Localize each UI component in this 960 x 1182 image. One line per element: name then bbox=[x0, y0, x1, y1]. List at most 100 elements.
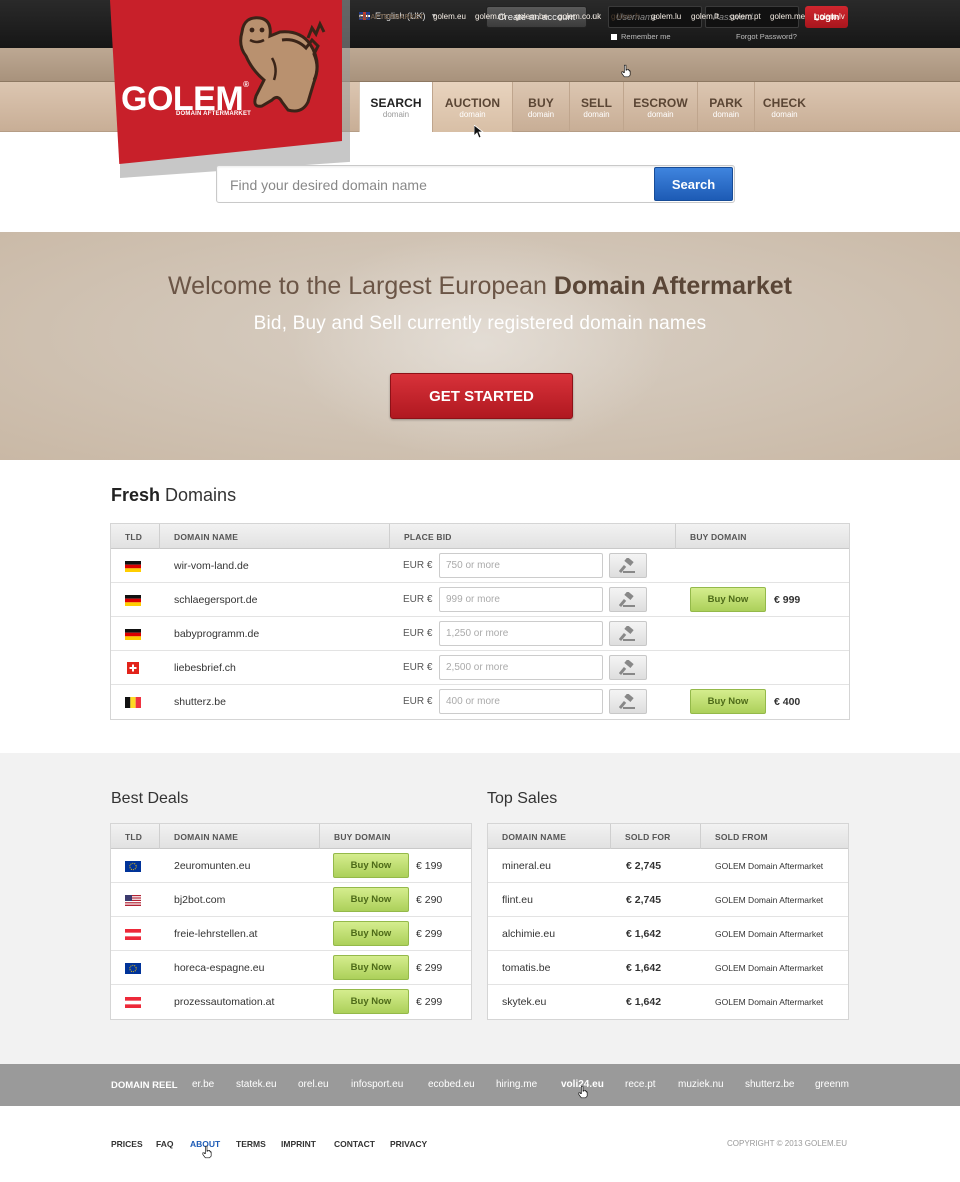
footer-link-terms[interactable]: TERMS bbox=[236, 1139, 266, 1149]
domain-name[interactable]: bj2bot.com bbox=[174, 894, 225, 906]
eu-link[interactable]: golem.lt bbox=[691, 12, 719, 21]
nav-tab-check[interactable]: CHECK domain bbox=[755, 82, 814, 132]
domain-name[interactable]: babyprogramm.de bbox=[174, 628, 259, 640]
buy-now-button[interactable]: Buy Now bbox=[333, 921, 409, 946]
eu-link[interactable]: golem.nl bbox=[475, 12, 505, 21]
remember-checkbox[interactable] bbox=[611, 33, 617, 40]
buy-now-button[interactable]: Buy Now bbox=[333, 853, 409, 878]
table-row: mineral.eu € 2,745 GOLEM Domain Aftermar… bbox=[488, 849, 848, 883]
buy-now-button[interactable]: Buy Now bbox=[690, 587, 766, 612]
domain-name[interactable]: wir-vom-land.de bbox=[174, 560, 249, 572]
place-bid-button[interactable] bbox=[609, 621, 647, 646]
divider bbox=[319, 824, 320, 849]
place-bid-button[interactable] bbox=[609, 553, 647, 578]
place-bid-button[interactable] bbox=[609, 655, 647, 680]
buy-price: € 299 bbox=[416, 996, 443, 1008]
ch-flag-icon bbox=[127, 662, 139, 674]
nav-tab-park[interactable]: PARK domain bbox=[698, 82, 755, 132]
nav-tab-sell[interactable]: SELL domain bbox=[570, 82, 624, 132]
reel-item[interactable]: hiring.me bbox=[496, 1079, 537, 1090]
nav-tab-escrow[interactable]: ESCROW domain bbox=[624, 82, 698, 132]
domain-name[interactable]: flint.eu bbox=[502, 894, 533, 906]
reel-item[interactable]: orel.eu bbox=[298, 1079, 329, 1090]
eu-flag-icon bbox=[125, 963, 141, 974]
remember-me[interactable]: Remember me bbox=[611, 32, 671, 41]
eu-link[interactable]: golem.lv bbox=[815, 12, 845, 21]
nav-tab-title: BUY bbox=[528, 96, 554, 110]
nav-tab-title: SEARCH bbox=[370, 96, 422, 110]
reel-item[interactable]: statek.eu bbox=[236, 1079, 277, 1090]
reel-item[interactable]: ecobed.eu bbox=[428, 1079, 475, 1090]
divider bbox=[610, 824, 611, 849]
hand-cursor-icon bbox=[621, 64, 631, 78]
domain-name[interactable]: alchimie.eu bbox=[502, 928, 555, 940]
column-header: SOLD FOR bbox=[625, 832, 671, 842]
bid-input[interactable]: 2,500 or more bbox=[439, 655, 603, 680]
buy-price: € 999 bbox=[774, 594, 801, 606]
domain-name[interactable]: tomatis.be bbox=[502, 962, 550, 974]
eu-link[interactable]: golem.lu bbox=[651, 12, 681, 21]
forgot-password-link[interactable]: Forgot Password? bbox=[736, 32, 797, 41]
fresh-domains-title: Fresh Domains bbox=[111, 485, 237, 505]
sold-from: GOLEM Domain Aftermarket bbox=[715, 929, 824, 939]
buy-now-button[interactable]: Buy Now bbox=[333, 887, 409, 912]
bid-input[interactable]: 750 or more bbox=[439, 553, 603, 578]
table-header: TLD DOMAIN NAME BUY DOMAIN bbox=[111, 824, 471, 849]
sold-price: € 2,745 bbox=[626, 860, 662, 872]
reel-item[interactable]: er.be bbox=[192, 1079, 214, 1090]
column-header: TLD bbox=[125, 832, 143, 842]
reel-item[interactable]: greenm bbox=[815, 1079, 849, 1090]
domain-name[interactable]: liebesbrief.ch bbox=[174, 662, 236, 674]
search-placeholder: Find your desired domain name bbox=[230, 177, 427, 193]
domain-name[interactable]: skytek.eu bbox=[502, 996, 546, 1008]
footer-link-contact[interactable]: CONTACT bbox=[334, 1139, 375, 1149]
domain-name[interactable]: prozessautomation.at bbox=[174, 996, 274, 1008]
sold-from: GOLEM Domain Aftermarket bbox=[715, 861, 824, 871]
copyright-text: COPYRIGHT © 2013 GOLEM.EU bbox=[727, 1139, 848, 1148]
eu-link[interactable]: golem.eu bbox=[433, 12, 466, 21]
buy-price: € 199 bbox=[416, 860, 443, 872]
search-button[interactable]: Search bbox=[654, 167, 733, 201]
footer-link-prices[interactable]: PRICES bbox=[111, 1139, 143, 1149]
nav-tab-sub: domain bbox=[712, 110, 740, 119]
domain-name[interactable]: mineral.eu bbox=[502, 860, 551, 872]
nav-tab-search[interactable]: SEARCH domain bbox=[359, 82, 433, 132]
table-row: liebesbrief.ch EUR € 2,500 or more bbox=[111, 651, 849, 685]
nav-tab-auction[interactable]: AUCTION domain bbox=[433, 82, 513, 132]
reel-item[interactable]: muziek.nu bbox=[678, 1079, 724, 1090]
footer-link-privacy[interactable]: PRIVACY bbox=[390, 1139, 427, 1149]
reel-item[interactable]: infosport.eu bbox=[351, 1079, 403, 1090]
best-deals-table: TLD DOMAIN NAME BUY DOMAIN 2euromunten.e… bbox=[110, 823, 472, 1020]
nav-tab-buy[interactable]: BUY domain bbox=[513, 82, 570, 132]
place-bid-button[interactable] bbox=[609, 587, 647, 612]
hero-banner: Welcome to the Largest European Domain A… bbox=[0, 232, 960, 460]
bid-input[interactable]: 999 or more bbox=[439, 587, 603, 612]
reel-item[interactable]: rece.pt bbox=[625, 1079, 656, 1090]
domain-name[interactable]: schlaegersport.de bbox=[174, 594, 257, 606]
eu-link[interactable]: golem.pt bbox=[730, 12, 761, 21]
buy-now-button[interactable]: Buy Now bbox=[690, 689, 766, 714]
domain-name[interactable]: 2euromunten.eu bbox=[174, 860, 250, 872]
bid-input[interactable]: 1,250 or more bbox=[439, 621, 603, 646]
reel-item[interactable]: shutterz.be bbox=[745, 1079, 794, 1090]
footer-link-faq[interactable]: FAQ bbox=[156, 1139, 173, 1149]
footer-link-imprint[interactable]: IMPRINT bbox=[281, 1139, 316, 1149]
buy-now-button[interactable]: Buy Now bbox=[333, 989, 409, 1014]
eu-link[interactable]: golem.co.uk bbox=[558, 12, 601, 21]
at-flag-icon bbox=[125, 929, 141, 940]
domain-name[interactable]: horeca-espagne.eu bbox=[174, 962, 265, 974]
bid-input[interactable]: 400 or more bbox=[439, 689, 603, 714]
buy-now-button[interactable]: Buy Now bbox=[333, 955, 409, 980]
eu-link[interactable]: golem.be bbox=[515, 12, 548, 21]
remember-label: Remember me bbox=[621, 32, 671, 41]
domain-name[interactable]: shutterz.be bbox=[174, 696, 226, 708]
place-bid-button[interactable] bbox=[609, 689, 647, 714]
get-started-button[interactable]: GET STARTED bbox=[390, 373, 573, 419]
column-header: DOMAIN NAME bbox=[174, 532, 239, 542]
domain-name[interactable]: freie-lehrstellen.at bbox=[174, 928, 257, 940]
nav-tab-title: CHECK bbox=[762, 96, 807, 110]
column-header: BUY DOMAIN bbox=[334, 832, 391, 842]
gavel-icon bbox=[619, 659, 635, 675]
eu-link[interactable]: golem.fr bbox=[611, 12, 640, 21]
eu-link[interactable]: golem.me bbox=[770, 12, 805, 21]
